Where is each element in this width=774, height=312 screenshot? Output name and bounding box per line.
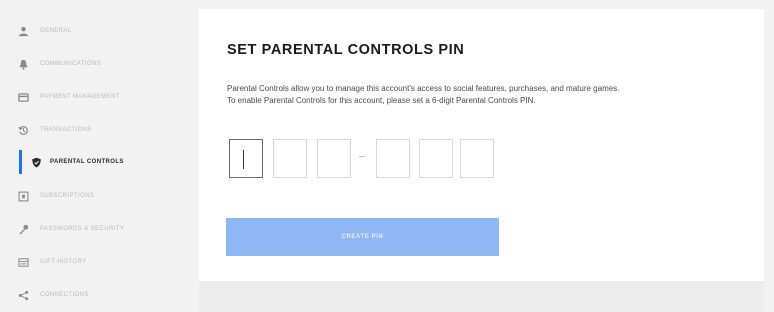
active-indicator bbox=[19, 150, 22, 174]
sidebar-item-label: General bbox=[40, 28, 72, 34]
subscription-icon bbox=[18, 191, 40, 202]
card-icon bbox=[18, 92, 40, 103]
sidebar-item-label: Payment Management bbox=[40, 94, 120, 100]
page-title: SET PARENTAL CONTROLS PIN bbox=[227, 42, 465, 58]
settings-sidebar: General Communications Payment Managemen… bbox=[0, 0, 178, 312]
pin-digit-3[interactable] bbox=[317, 139, 351, 178]
pin-digit-6[interactable] bbox=[460, 139, 494, 178]
create-pin-button[interactable]: Create PIN bbox=[226, 218, 499, 256]
sidebar-item-gift-history[interactable]: Gift History bbox=[18, 250, 173, 274]
person-icon bbox=[18, 26, 40, 37]
sidebar-item-payment-management[interactable]: Payment Management bbox=[18, 85, 173, 109]
description-line-2: To enable Parental Controls for this acc… bbox=[227, 96, 536, 105]
pin-separator bbox=[359, 156, 365, 157]
sidebar-item-subscriptions[interactable]: Subscriptions bbox=[18, 184, 173, 208]
pin-digit-5[interactable] bbox=[419, 139, 453, 178]
pin-digit-2[interactable] bbox=[273, 139, 307, 178]
pin-digit-1[interactable] bbox=[229, 139, 263, 178]
text-caret bbox=[243, 150, 244, 169]
shield-icon bbox=[31, 157, 50, 168]
sidebar-item-connections[interactable]: Connections bbox=[18, 283, 173, 307]
panel-footer-area bbox=[199, 281, 764, 312]
sidebar-item-label: Communications bbox=[40, 61, 102, 67]
sidebar-item-label: Parental Controls bbox=[50, 159, 124, 165]
sidebar-item-label: Subscriptions bbox=[40, 193, 95, 199]
description-line-1: Parental Controls allow you to manage th… bbox=[227, 84, 620, 93]
key-icon bbox=[18, 224, 40, 235]
bell-icon bbox=[18, 59, 40, 70]
parental-controls-panel: SET PARENTAL CONTROLS PIN Parental Contr… bbox=[199, 9, 764, 281]
description: Parental Controls allow you to manage th… bbox=[227, 83, 747, 107]
sidebar-item-passwords-security[interactable]: Passwords & Security bbox=[18, 217, 173, 241]
sidebar-item-general[interactable]: General bbox=[18, 19, 173, 43]
sidebar-item-label: Connections bbox=[40, 292, 89, 298]
sidebar-item-label: Transactions bbox=[40, 127, 92, 133]
sidebar-item-transactions[interactable]: Transactions bbox=[18, 118, 173, 142]
sidebar-item-label: Gift History bbox=[40, 259, 87, 265]
sidebar-item-communications[interactable]: Communications bbox=[18, 52, 173, 76]
pin-digit-4[interactable] bbox=[376, 139, 410, 178]
history-icon bbox=[18, 125, 40, 136]
gift-icon bbox=[18, 257, 40, 268]
share-icon bbox=[18, 290, 40, 301]
sidebar-item-label: Passwords & Security bbox=[40, 226, 125, 232]
sidebar-item-parental-controls[interactable]: Parental Controls bbox=[31, 150, 173, 174]
